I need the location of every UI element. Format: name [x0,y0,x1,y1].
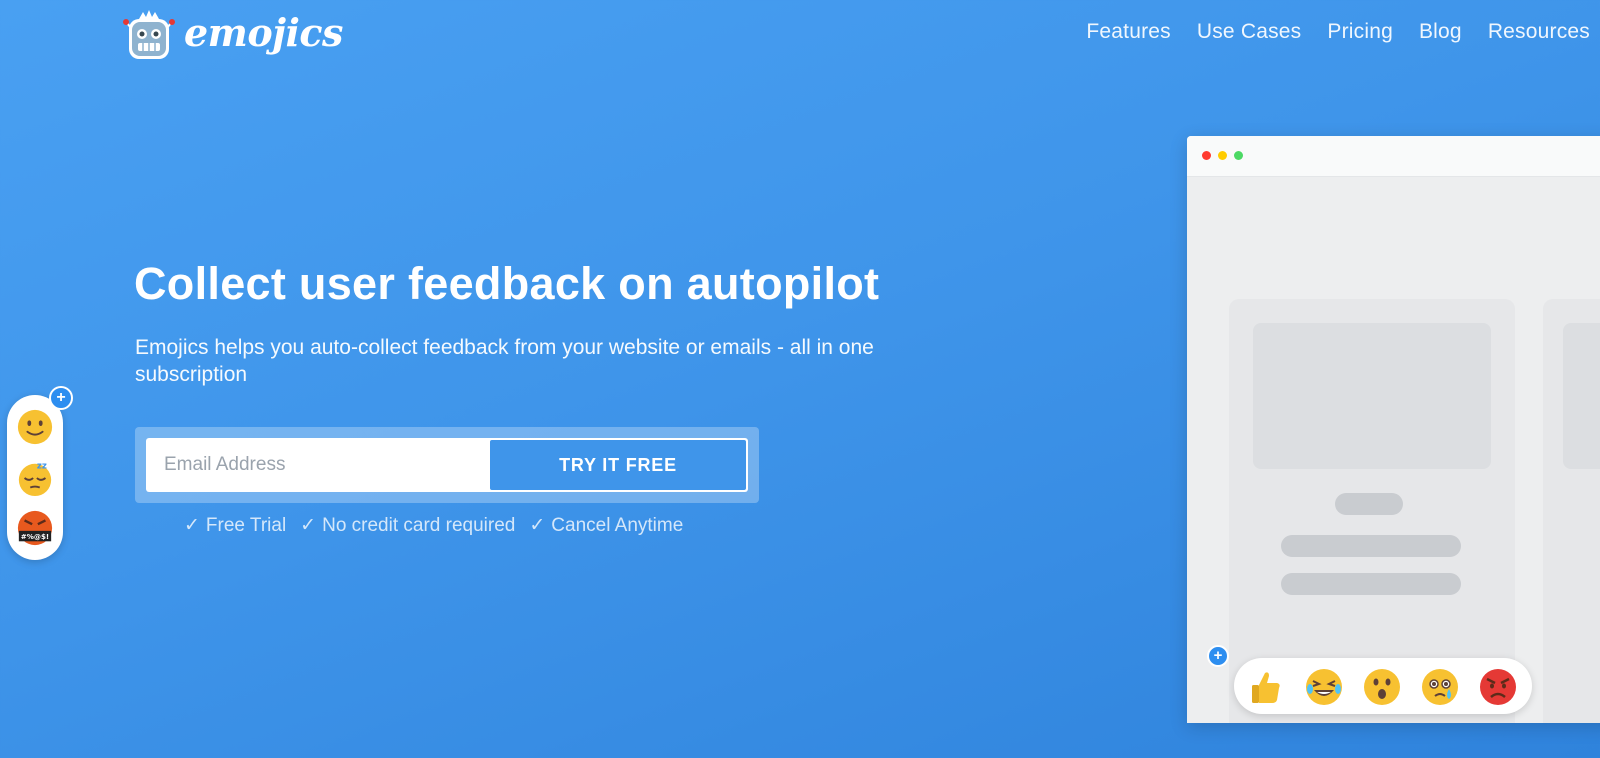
main-nav: Features Use Cases Pricing Blog Resource… [1086,20,1590,44]
nav-blog[interactable]: Blog [1419,20,1462,44]
check-icon: ✓ [529,515,546,536]
maximize-dot-icon [1234,151,1243,160]
benefits-list: ✓ Free Trial ✓ No credit card required ✓ Ca… [184,514,683,537]
placeholder-image [1563,323,1600,469]
check-icon: ✓ [300,515,317,536]
nav-features[interactable]: Features [1086,20,1170,44]
benefit-item: ✓ No credit card required [300,515,516,536]
benefit-item: ✓ Free Trial [184,515,287,536]
browser-mockup: + [1187,136,1600,723]
benefit-item: ✓ Cancel Anytime [529,515,684,536]
mockup-body: + [1187,177,1600,723]
nav-resources[interactable]: Resources [1488,20,1590,44]
close-dot-icon [1202,151,1211,160]
placeholder-card [1543,299,1600,723]
placeholder-line [1335,493,1403,515]
check-icon: ✓ [184,515,200,536]
crying-emoji-icon[interactable] [1420,667,1460,707]
robot-logo-icon [123,10,175,59]
placeholder-image [1253,323,1491,469]
angry-emoji-icon[interactable] [1478,667,1518,707]
email-input[interactable] [146,438,488,492]
svg-text:zz: zz [37,462,47,472]
placeholder-line [1281,573,1461,595]
logo[interactable]: emojics [120,6,343,64]
hero-title: Collect user feedback on autopilot [134,258,880,309]
surprised-emoji-icon[interactable] [1362,667,1402,707]
signup-inner: TRY IT FREE [146,438,748,492]
add-reaction-button[interactable]: + [49,386,73,410]
add-reaction-button[interactable]: + [1207,645,1229,667]
nav-pricing[interactable]: Pricing [1327,20,1393,44]
svg-text:#%@$!: #%@$! [21,532,49,541]
mockup-titlebar [1187,136,1600,177]
reaction-bar [1234,658,1532,714]
smile-emoji-icon[interactable] [16,408,54,446]
hero-subtitle: Emojics helps you auto-collect feedback … [135,336,874,386]
placeholder-line [1281,535,1461,557]
side-feedback-widget: + zz #%@$! [7,386,73,560]
thumbs-up-icon[interactable] [1246,667,1286,707]
signup-form: TRY IT FREE [135,427,759,503]
nav-use-cases[interactable]: Use Cases [1197,20,1302,44]
cursing-emoji-icon[interactable]: #%@$! [16,509,54,547]
try-it-free-button[interactable]: TRY IT FREE [490,440,746,490]
laughing-emoji-icon[interactable] [1304,667,1344,707]
minimize-dot-icon [1218,151,1227,160]
brand-name: emojics [184,9,343,55]
sleepy-emoji-icon[interactable]: zz [16,459,54,497]
